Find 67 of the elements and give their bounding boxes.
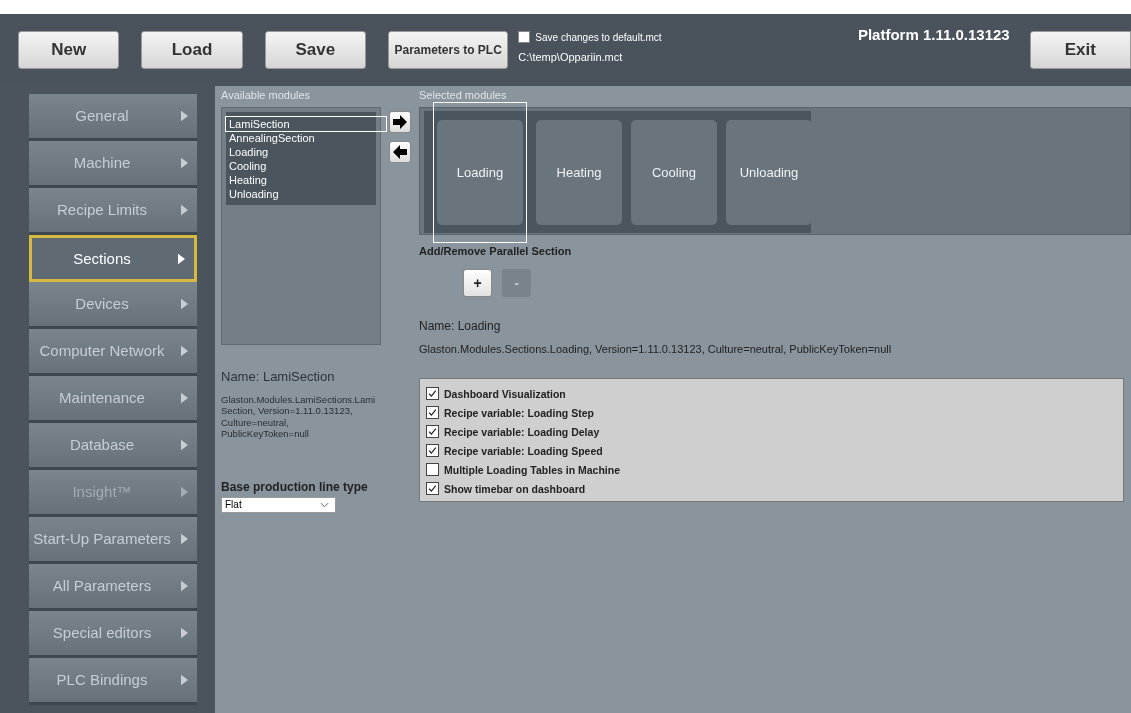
checkbox-label: Recipe variable: Loading Step — [444, 406, 594, 419]
checkbox-label: Save changes to default.mct — [535, 31, 662, 43]
chevron-down-icon — [320, 501, 329, 508]
triangle-arrow-icon — [181, 345, 188, 357]
remove-arrow-button[interactable] — [389, 141, 411, 163]
left-arrow-icon — [392, 144, 408, 160]
toolbar-button[interactable]: Parameters to PLC — [388, 31, 509, 69]
triangle-arrow-icon — [181, 392, 188, 404]
sidebar-item[interactable]: All Parameters — [29, 564, 197, 611]
checkbox-label: Recipe variable: Loading Speed — [444, 444, 603, 457]
triangle-arrow-icon — [181, 580, 188, 592]
toolbar-button[interactable]: Save — [264, 31, 366, 69]
checkbox-label: Dashboard Visualization — [444, 387, 566, 400]
section-heading: Available modules — [221, 89, 311, 103]
triangle-arrow-icon — [178, 252, 185, 265]
checkbox-label: Show timebar on dashboard — [444, 482, 586, 495]
checkbox[interactable] — [426, 482, 439, 495]
section-heading: Selected modules — [419, 89, 507, 103]
triangle-arrow-icon — [181, 298, 188, 310]
add-arrow-button[interactable] — [389, 111, 411, 133]
checkbox[interactable] — [426, 425, 439, 438]
list-item[interactable]: LamiSection — [226, 117, 386, 131]
checkbox-label: Multiple Loading Tables in Machine — [444, 463, 620, 476]
line-type-dropdown[interactable]: Flat — [221, 496, 336, 513]
checkbox[interactable] — [426, 444, 439, 457]
sidebar-item[interactable]: Recipe Limits — [29, 188, 197, 235]
triangle-arrow-icon — [181, 627, 188, 639]
platform-version: Platform 1.11.0.13123 — [857, 26, 1010, 43]
checkbox[interactable] — [426, 463, 439, 476]
module-name: Name: Loading — [419, 319, 501, 333]
field-label: Base production line type — [221, 479, 368, 494]
checkbox[interactable] — [426, 387, 439, 400]
parallel-section-label: Add/Remove Parallel Section — [419, 245, 572, 257]
toolbar-button[interactable]: Load — [141, 31, 243, 69]
list-item[interactable]: AnnealingSection — [226, 131, 376, 145]
sidebar-item[interactable]: Database — [29, 423, 197, 470]
sidebar-item[interactable]: PLC Bindings — [29, 658, 197, 705]
checkbox[interactable] — [518, 31, 531, 43]
module-description: Glaston.Modules.Sections.Loading, Version=1.11.0.13123, Culture=neutral, PublicKeyToken=null — [419, 343, 892, 355]
sidebar-item[interactable]: General — [29, 94, 197, 141]
triangle-arrow-icon — [181, 533, 188, 545]
sidebar-item[interactable]: Sections — [29, 235, 197, 282]
right-arrow-icon — [392, 114, 408, 130]
triangle-arrow-icon — [181, 204, 188, 216]
checkbox[interactable] — [426, 406, 439, 419]
module-description: Glaston.Modules.LamiSections.LamiSection, Version=1.11.0.13123, Culture=neutral, PublicKeyToken=null — [221, 394, 377, 440]
module-name: Name: LamiSection — [221, 369, 335, 384]
list-item[interactable]: Heating — [226, 173, 376, 187]
triangle-arrow-icon — [181, 110, 188, 122]
checkbox-label: Recipe variable: Loading Delay — [444, 425, 600, 438]
list-item[interactable]: Unloading — [226, 187, 376, 201]
list-item[interactable]: Loading — [226, 145, 376, 159]
triangle-arrow-icon — [181, 486, 188, 498]
sidebar-item[interactable]: Computer Network — [29, 329, 197, 376]
triangle-arrow-icon — [181, 439, 188, 451]
sidebar-item[interactable]: Maintenance — [29, 376, 197, 423]
file-path: C:\temp\Oppariin.mct — [518, 51, 624, 63]
triangle-arrow-icon — [181, 674, 188, 686]
triangle-arrow-icon — [181, 157, 188, 169]
sidebar-item[interactable]: Devices — [29, 282, 197, 329]
sidebar-item[interactable]: Machine — [29, 141, 197, 188]
toolbar-button[interactable]: New — [18, 31, 120, 69]
exit-button[interactable]: Exit — [1029, 31, 1131, 69]
list-item[interactable]: Cooling — [226, 159, 376, 173]
sidebar-item[interactable]: Start-Up Parameters — [29, 517, 197, 564]
sidebar-item[interactable]: Special editors — [29, 611, 197, 658]
add-button[interactable]: + — [463, 269, 492, 297]
